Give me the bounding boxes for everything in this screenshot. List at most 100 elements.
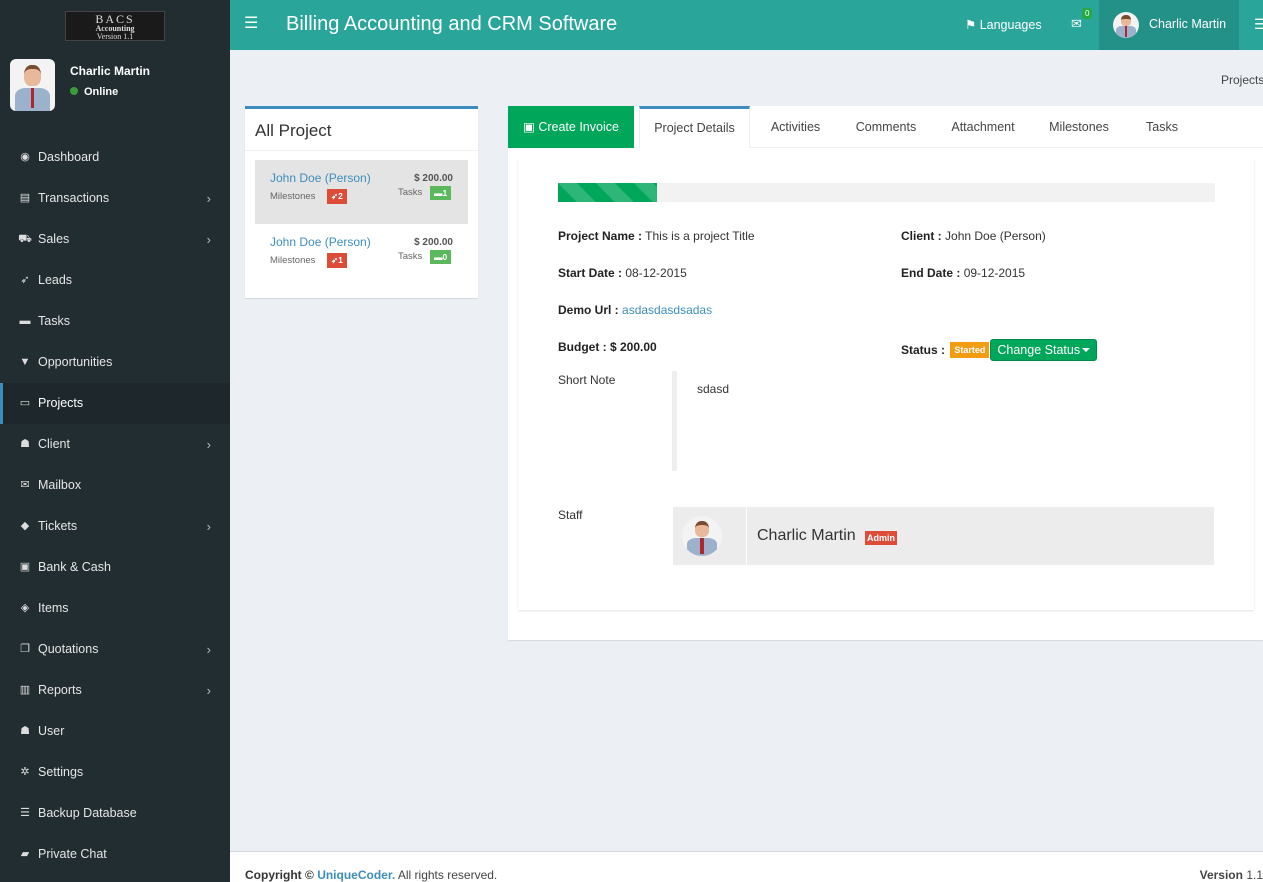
sidebar-item-mailbox[interactable]: ✉ Mailbox [0,465,230,506]
sidebar-item-label: Quotations [38,642,99,656]
user-name: Charlic Martin [70,64,151,78]
project-client-link[interactable]: John Doe (Person) [270,235,371,249]
start-date-value: 08-12-2015 [625,266,687,280]
database-icon: ☰ [20,807,30,819]
sidebar-item-label: Bank & Cash [38,560,111,574]
project-name-field: Project Name : This is a project Title [558,229,755,243]
sidebar-item-label: Tasks [38,314,70,328]
status-label: Status : [901,343,946,357]
tab-activities[interactable]: Activities [758,106,833,148]
mail-notification-button[interactable]: ✉ 0 [1071,8,1093,32]
milestones-badge: ➶1 [327,253,347,268]
user-menu-button[interactable]: Charlic Martin [1099,0,1239,50]
sidebar-item-label: Transactions [38,191,110,205]
staff-row: Charlic Martin Admin [673,507,1214,565]
sidebar-item-label: Client [38,437,70,451]
cube-icon: ◈ [20,602,30,614]
tasks-label: Tasks [398,251,423,262]
sidebar-item-dashboard[interactable]: ◉ Dashboard [0,137,230,178]
tab-tasks[interactable]: Tasks [1130,106,1194,148]
tasks-icon: ▬ [19,315,31,327]
sidebar-item-tasks[interactable]: ▬ Tasks [0,301,230,342]
project-name-value: This is a project Title [645,229,755,243]
control-sidebar-toggle-icon[interactable]: ☰ [1254,16,1263,33]
sidebar-item-transactions[interactable]: ▤ Transactions › [0,178,230,219]
tab-comments[interactable]: Comments [842,106,930,148]
milestones-label: Milestones [270,191,316,202]
company-link[interactable]: UniqueCoder. [317,868,395,882]
client-label: Client : [901,229,942,243]
sidebar-item-label: Sales [38,232,70,246]
demo-url-link[interactable]: asdasdasdsadas [622,303,712,317]
sidebar-item-label: Settings [38,765,84,779]
sidebar-item-label: Private Chat [38,847,107,861]
sidebar-item-label: Projects [38,396,84,410]
file-icon: ❐ [20,643,30,655]
chevron-right-icon: › [206,191,211,206]
divider [245,150,478,151]
sidebar-item-items[interactable]: ◈ Items [0,588,230,629]
start-date-field: Start Date : 08-12-2015 [558,266,687,280]
sidebar-item-bank-cash[interactable]: ▣ Bank & Cash [0,547,230,588]
project-details-box: Project Name : This is a project Title C… [518,158,1254,610]
sidebar-item-user[interactable]: ☗ User [0,711,230,752]
sidebar-item-quotations[interactable]: ❐ Quotations › [0,629,230,670]
tab-project-details[interactable]: Project Details [639,106,750,148]
sidebar-item-reports[interactable]: ▥ Reports › [0,670,230,711]
chevron-right-icon: › [206,519,211,534]
user-avatar [10,59,55,111]
ticket-icon: ◆ [20,520,30,532]
chevron-right-icon: › [206,232,211,247]
staff-label: Staff [558,508,583,522]
copyright-prefix: Copyright © [245,868,314,882]
staff-avatar-cell [673,507,747,565]
sidebar-item-opportunities[interactable]: ▼ Opportunities [0,342,230,383]
hamburger-menu-icon[interactable]: ☰ [244,13,258,33]
sidebar-item-leads[interactable]: ➶ Leads [0,260,230,301]
demo-url-label: Demo Url : [558,303,619,317]
sidebar-item-sales[interactable]: ⛟ Sales › [0,219,230,260]
user-group-icon: ☗ [20,725,30,737]
client-value: John Doe (Person) [945,229,1046,243]
logo-line3: Version 1.1 [96,32,134,41]
chevron-right-icon: › [206,437,211,452]
tab-attachment[interactable]: Attachment [938,106,1028,148]
transactions-icon: ▤ [19,192,31,204]
filter-icon: ▼ [19,356,31,368]
sidebar-item-label: Mailbox [38,478,82,492]
breadcrumb[interactable]: Projects [1221,73,1263,87]
project-list-item[interactable]: John Doe (Person) $ 200.00 Milestones ➶1… [255,224,468,288]
money-icon: ▣ [523,120,535,134]
all-project-panel: All Project John Doe (Person) $ 200.00 M… [245,106,478,298]
project-client-link[interactable]: John Doe (Person) [270,171,371,185]
staff-role-badge: Admin [865,531,897,545]
sidebar-menu: ◉ Dashboard ▤ Transactions › ⛟ Sales › ➶ Leads… [0,137,230,875]
sidebar-item-private-chat[interactable]: ▰ Private Chat [0,834,230,875]
chevron-right-icon: › [206,683,211,698]
online-dot-icon [70,87,78,95]
create-invoice-button[interactable]: ▣ Create Invoice [508,106,634,148]
create-invoice-label: Create Invoice [538,120,619,134]
sidebar-item-settings[interactable]: ✲ Settings [0,752,230,793]
milestones-badge: ➶2 [327,189,347,204]
change-status-label: Change Status [997,343,1081,357]
sidebar-item-backup-database[interactable]: ☰ Backup Database [0,793,230,834]
project-tab-panel: ▣ Create Invoice Project Details Activit… [508,106,1263,640]
languages-button[interactable]: ⚑ Languages [965,17,1042,32]
staff-avatar [682,516,722,556]
change-status-button[interactable]: Change Status [990,339,1098,361]
tab-bar: ▣ Create Invoice Project Details Activit… [508,106,1263,148]
app-logo[interactable]: BACS Accounting Version 1.1 [65,11,165,41]
sidebar-item-label: Dashboard [38,150,100,164]
sidebar-item-client[interactable]: ☗ Client › [0,424,230,465]
sidebar-item-label: Opportunities [38,355,113,369]
sidebar-item-label: Items [38,601,69,615]
tab-milestones[interactable]: Milestones [1036,106,1122,148]
tasks-badge: ▬0 [430,250,452,264]
version-value: 1.1 [1246,868,1263,882]
sidebar-item-tickets[interactable]: ◆ Tickets › [0,506,230,547]
version-label: Version [1199,868,1243,882]
project-list-item[interactable]: John Doe (Person) $ 200.00 Milestones ➶2… [255,160,468,224]
sidebar-item-projects[interactable]: ▭ Projects [0,383,230,424]
tasks-badge: ▬1 [430,186,452,200]
